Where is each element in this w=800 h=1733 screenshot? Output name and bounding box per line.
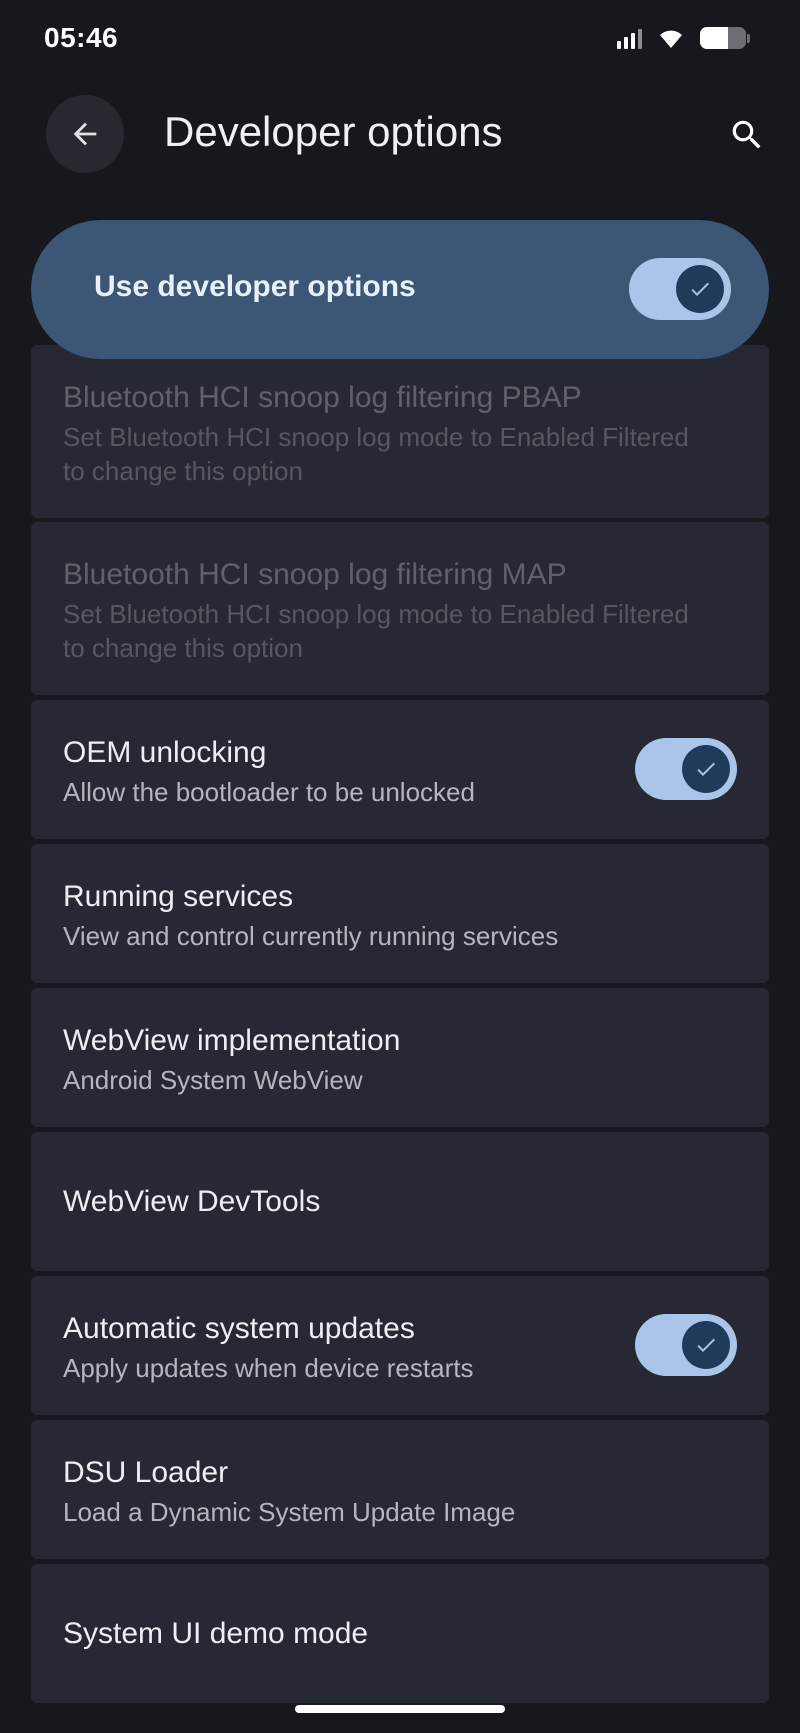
wifi-icon [660,30,682,48]
item-title: WebView DevTools [63,1185,321,1218]
app-bar: Developer options [0,90,800,180]
page-title: Developer options [164,108,503,155]
home-indicator[interactable] [295,1705,505,1713]
item-title: OEM unlocking [63,736,267,769]
item-title: System UI demo mode [63,1617,369,1650]
item-subtitle: Apply updates when device restarts [63,1353,474,1383]
list-item-bt-hci-pbap: Bluetooth HCI snoop log filtering PBAP S… [31,345,769,518]
list-item-webview-devtools[interactable]: WebView DevTools [31,1132,769,1271]
check-icon [691,282,709,296]
switch-knob [682,1321,730,1369]
item-subtitle: Android System WebView [63,1065,363,1095]
list-item-webview-implementation[interactable]: WebView implementation Android System We… [31,988,769,1127]
check-icon [697,1338,715,1352]
switch-knob [676,265,724,313]
switch-knob [682,745,730,793]
list-item-system-ui-demo-mode[interactable]: System UI demo mode [31,1564,769,1703]
item-subtitle: Set Bluetooth HCI snoop log mode to Enab… [63,422,689,486]
arrow-left-icon [73,122,97,146]
item-title: Bluetooth HCI snoop log filtering PBAP [63,381,582,414]
list-item-running-services[interactable]: Running services View and control curren… [31,844,769,983]
item-subtitle: View and control currently running servi… [63,921,559,951]
search-button[interactable] [722,110,772,160]
list-item-bt-hci-map: Bluetooth HCI snoop log filtering MAP Se… [31,522,769,695]
automatic-system-updates-switch[interactable] [635,1314,737,1376]
item-title: WebView implementation [63,1024,401,1057]
item-subtitle: Load a Dynamic System Update Image [63,1497,516,1527]
item-subtitle: Set Bluetooth HCI snoop log mode to Enab… [63,599,689,663]
use-developer-options-switch[interactable] [629,258,731,320]
oem-unlocking-switch[interactable] [635,738,737,800]
list-item-dsu-loader[interactable]: DSU Loader Load a Dynamic System Update … [31,1420,769,1559]
status-icons [617,26,750,50]
search-icon [732,120,761,149]
back-button[interactable] [46,95,124,173]
list-item-automatic-system-updates[interactable]: Automatic system updates Apply updates w… [31,1276,769,1415]
item-title: Running services [63,880,294,913]
status-time: 05:46 [44,22,119,53]
status-bar: 05:46 [0,0,800,80]
battery-icon [700,27,750,49]
list-item-oem-unlocking[interactable]: OEM unlocking Allow the bootloader to be… [31,700,769,839]
item-subtitle: Allow the bootloader to be unlocked [63,777,475,807]
cellular-signal-icon [617,27,642,49]
item-title: Automatic system updates [63,1312,415,1345]
use-developer-options-toggle-row[interactable]: Use developer options [31,220,769,359]
use-developer-options-label: Use developer options [94,270,416,303]
check-icon [697,762,715,776]
item-title: Bluetooth HCI snoop log filtering MAP [63,558,567,591]
item-title: DSU Loader [63,1456,229,1489]
